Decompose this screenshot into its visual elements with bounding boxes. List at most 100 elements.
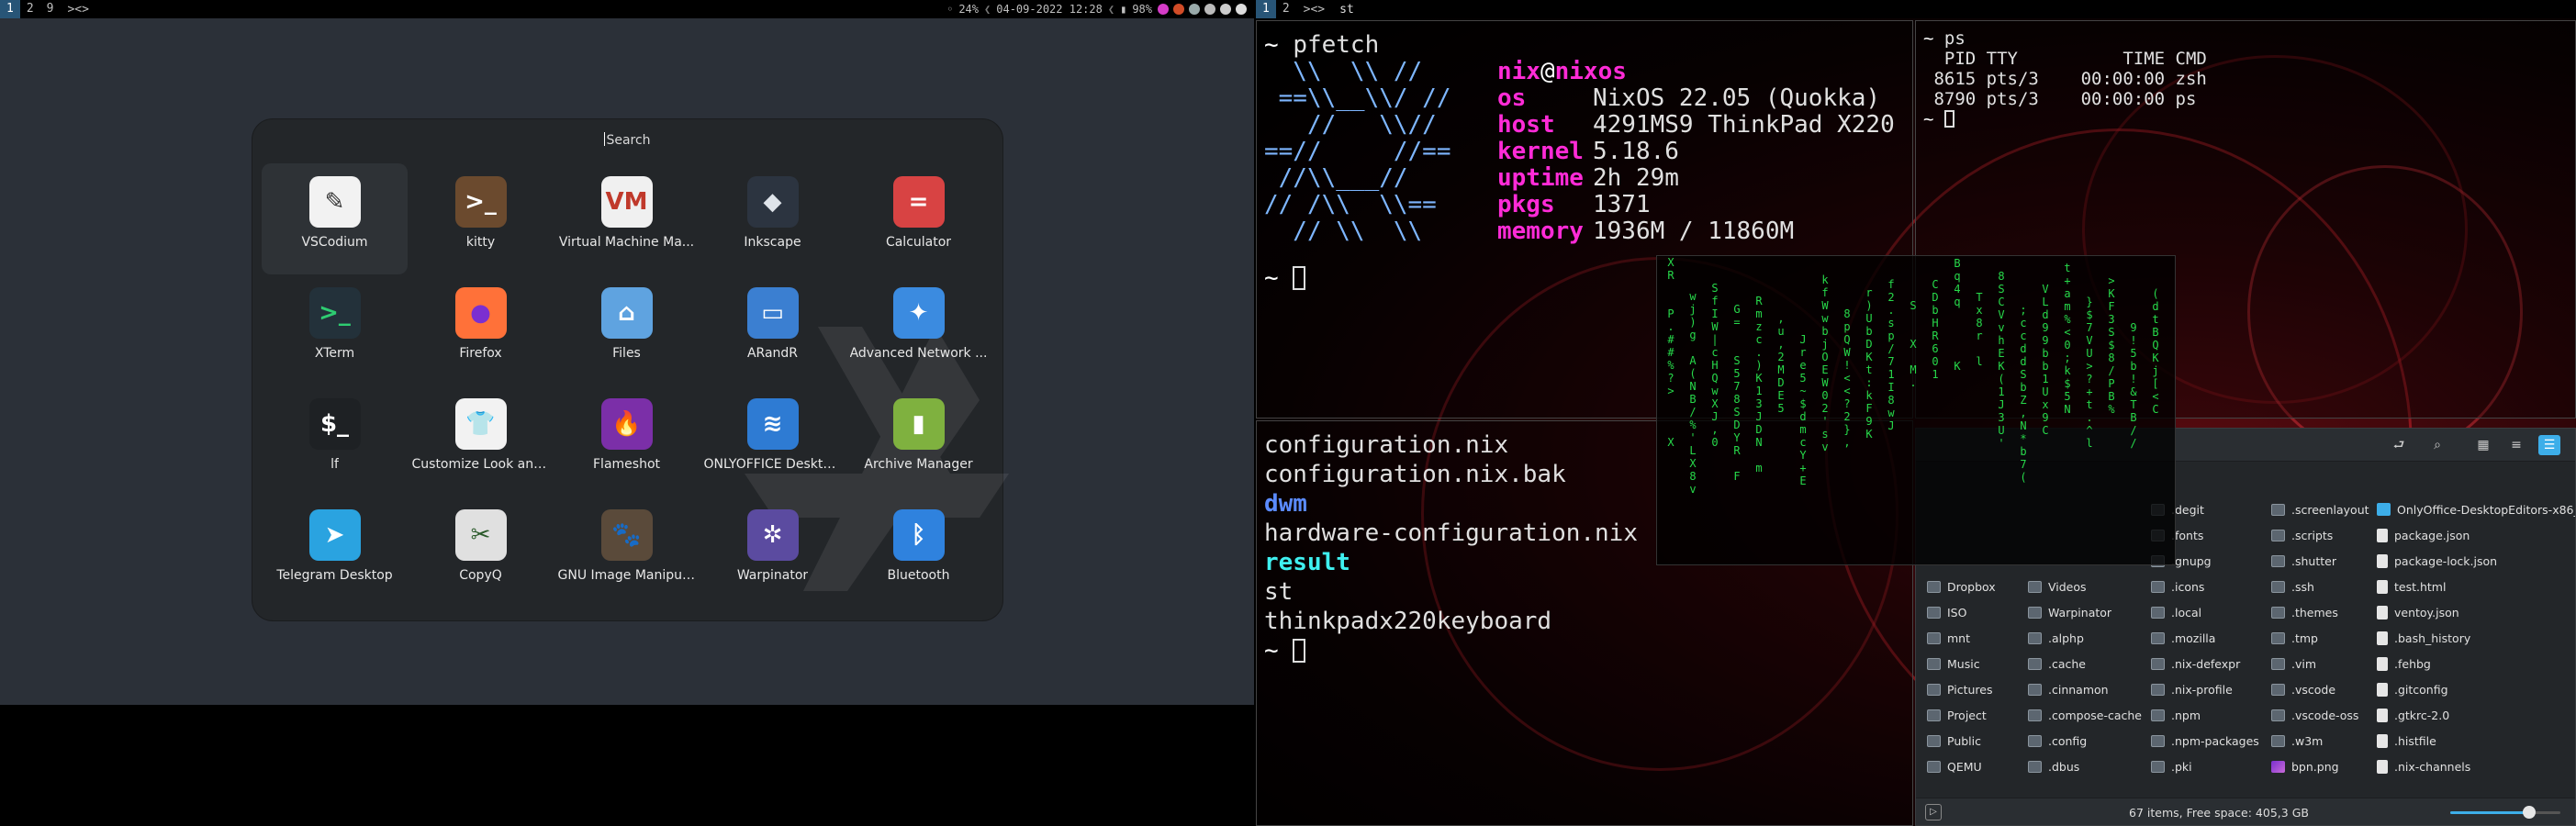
tag-2[interactable]: 2 [1276, 0, 1296, 18]
info-key: kernel [1497, 138, 1584, 165]
file-item[interactable]: package-lock.json [2377, 548, 2575, 574]
file-item[interactable]: .histfile [2377, 728, 2575, 753]
file-item[interactable]: .gtkrc-2.0 [2377, 702, 2575, 728]
file-item[interactable]: .shutter [2271, 548, 2377, 574]
dropbox-tray-icon[interactable] [1236, 4, 1247, 15]
file-item[interactable]: Music [1927, 651, 2028, 676]
back-icon[interactable]: ⮐ [2388, 435, 2410, 455]
inkscape-icon: ◆ [746, 176, 799, 228]
tag-1[interactable]: 1 [0, 0, 20, 18]
app-tile[interactable]: ✲ Warpinator [700, 497, 846, 608]
file-item[interactable]: .alphp [2028, 625, 2151, 651]
file-item[interactable]: .pki [2151, 753, 2271, 779]
file-item[interactable]: .scripts [2271, 522, 2377, 548]
file-item[interactable]: Warpinator [2028, 599, 2151, 625]
firefox-tray-icon[interactable] [1173, 4, 1184, 15]
app-tile[interactable]: ● Firefox [408, 274, 554, 385]
search-icon[interactable]: ⌕ [2426, 435, 2448, 455]
copyq-tray-icon[interactable] [1189, 4, 1200, 15]
bluetooth-tray-icon[interactable] [1220, 4, 1231, 15]
app-tile[interactable]: ➤ Telegram Desktop [262, 497, 408, 608]
info-key: uptime [1497, 164, 1584, 192]
file-item[interactable]: .w3m [2271, 728, 2377, 753]
file-item[interactable]: .vim [2271, 651, 2377, 676]
file-icon [2377, 682, 2388, 697]
file-item[interactable]: ISO [1927, 599, 2028, 625]
tag-2[interactable]: 2 [20, 0, 40, 18]
app-label: Archive Manager [864, 457, 973, 472]
app-tile[interactable]: ᛒ Bluetooth [846, 497, 991, 608]
file-item[interactable]: mnt [1927, 625, 2028, 651]
file-item[interactable]: Pictures [1927, 676, 2028, 702]
file-item[interactable]: .npm-packages [2151, 728, 2271, 753]
status-bar-right: 1 2 ><> st [1256, 0, 2576, 18]
view-icons-icon[interactable]: ▦ [2472, 435, 2494, 455]
layout-indicator[interactable]: ><> [60, 3, 95, 17]
file-item[interactable]: .local [2151, 599, 2271, 625]
file-item[interactable]: OnlyOffice-DesktopEditors-x86_64.AppImag… [2377, 497, 2575, 522]
app-tile[interactable]: ⌂ Files [554, 274, 700, 385]
app-tile[interactable]: 🔥 Flameshot [554, 385, 700, 497]
file-item[interactable]: .gitconfig [2377, 676, 2575, 702]
zoom-slider-handle[interactable] [2523, 806, 2537, 819]
zoom-slider[interactable] [2450, 806, 2560, 819]
app-tile[interactable]: ▭ ARandR [700, 274, 846, 385]
file-item[interactable]: Public [1927, 728, 2028, 753]
app-tile[interactable]: VM Virtual Machine Ma... [554, 163, 700, 274]
file-item[interactable]: .screenlayout [2271, 497, 2377, 522]
file-item[interactable]: Project [1927, 702, 2028, 728]
file-item[interactable]: .cache [2028, 651, 2151, 676]
search-input[interactable]: Search [252, 132, 1002, 148]
file-item[interactable]: package.json [2377, 522, 2575, 548]
app-tile[interactable]: ✂ CopyQ [408, 497, 554, 608]
file-item[interactable]: .config [2028, 728, 2151, 753]
file-item[interactable]: .vscode-oss [2271, 702, 2377, 728]
file-item[interactable]: bpn.png [2271, 753, 2377, 779]
file-item[interactable]: .nix-defexpr [2151, 651, 2271, 676]
flameshot-tray-icon[interactable] [1158, 4, 1169, 15]
file-item[interactable]: .themes [2271, 599, 2377, 625]
app-tile[interactable]: 🐾 GNU Image Manipul... [554, 497, 700, 608]
file-name: .fonts [2171, 528, 2204, 542]
view-details-icon[interactable]: ☰ [2538, 435, 2560, 455]
status-text: 67 items, Free space: 405,3 GB [2129, 806, 2309, 820]
app-tile[interactable]: = Calculator [846, 163, 991, 274]
file-item[interactable]: test.html [2377, 574, 2575, 599]
app-label: Calculator [885, 235, 952, 250]
toggle-panel-icon[interactable]: ▷ [1925, 804, 1942, 820]
file-item[interactable]: .fehbg [2377, 651, 2575, 676]
app-tile[interactable]: ✎ VSCodium [262, 163, 408, 274]
file-item[interactable]: .mozilla [2151, 625, 2271, 651]
file-item[interactable]: .tmp [2271, 625, 2377, 651]
file-name: ventoy.json [2394, 605, 2459, 620]
file-item[interactable]: .dbus [2028, 753, 2151, 779]
file-item[interactable]: .nix-channels [2377, 753, 2575, 779]
file-item[interactable]: QEMU [1927, 753, 2028, 779]
file-item[interactable]: Videos [2028, 574, 2151, 599]
matrix-column: , u , 2 M D E 5 [1777, 312, 1785, 415]
tag-1[interactable]: 1 [1256, 0, 1276, 18]
file-item[interactable]: .compose-cache [2028, 702, 2151, 728]
file-item[interactable]: .bash_history [2377, 625, 2575, 651]
file-item[interactable]: ventoy.json [2377, 599, 2575, 625]
tag-9[interactable]: 9 [40, 0, 61, 18]
file-item[interactable]: .npm [2151, 702, 2271, 728]
app-tile[interactable]: ▮ Archive Manager [846, 385, 991, 497]
file-item[interactable]: .vscode [2271, 676, 2377, 702]
app-tile[interactable]: $_ lf [262, 385, 408, 497]
matrix-column: w j ) g A ( N B / % ' L X 8 v [1689, 290, 1697, 496]
file-item[interactable]: .ssh [2271, 574, 2377, 599]
file-item[interactable]: .icons [2151, 574, 2271, 599]
app-tile[interactable]: >_ XTerm [262, 274, 408, 385]
app-tile[interactable]: 👕 Customize Look and... [408, 385, 554, 497]
app-tile[interactable]: ✦ Advanced Network ... [846, 274, 991, 385]
app-tile[interactable]: ◆ Inkscape [700, 163, 846, 274]
layout-indicator[interactable]: ><> [1296, 3, 1332, 17]
view-compact-icon[interactable]: ≡ [2505, 435, 2527, 455]
wifi-icon[interactable] [1204, 4, 1215, 15]
file-item[interactable]: .cinnamon [2028, 676, 2151, 702]
file-item[interactable]: Dropbox [1927, 574, 2028, 599]
app-tile[interactable]: >_ kitty [408, 163, 554, 274]
file-item[interactable]: .nix-profile [2151, 676, 2271, 702]
app-tile[interactable]: ≋ ONLYOFFICE Deskto... [700, 385, 846, 497]
